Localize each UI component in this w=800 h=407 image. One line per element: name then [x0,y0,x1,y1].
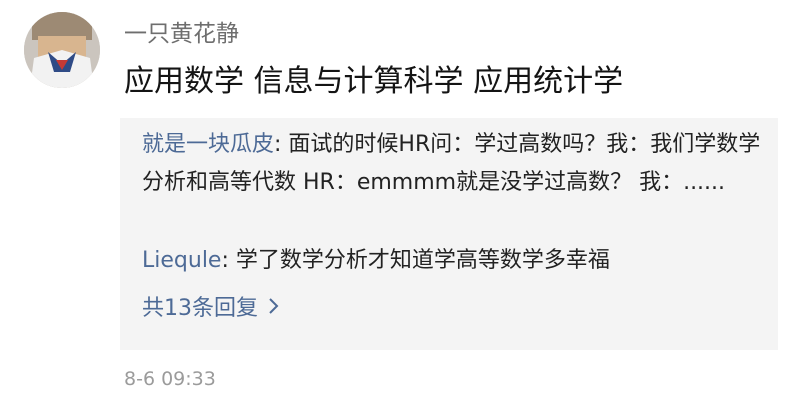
reply-box: 就是一块瓜皮: 面试的时候HR问：学过高数吗？我：我们学数学分析和高等代数 HR… [120,118,778,350]
reply-separator: : [274,132,289,157]
post-content: 应用数学 信息与计算科学 应用统计学 [124,64,624,99]
more-replies-link[interactable]: 共13条回复 [142,290,280,328]
more-replies-label: 共13条回复 [142,296,258,321]
reply-text: 学了数学分析才知道学高等数学多幸福 [235,248,610,273]
reply-separator: : [221,248,236,273]
username[interactable]: 一只黄花静 [124,14,239,48]
reply-author[interactable]: 就是一块瓜皮 [142,132,274,157]
avatar[interactable] [24,12,100,88]
avatar-image [24,12,100,88]
timestamp: 8-6 09:33 [124,368,216,390]
reply-item[interactable]: Liequle: 学了数学分析才知道学高等数学多幸福 [142,242,762,280]
chevron-right-icon [268,290,280,328]
reply-author[interactable]: Liequle [142,248,221,273]
reply-item[interactable]: 就是一块瓜皮: 面试的时候HR问：学过高数吗？我：我们学数学分析和高等代数 HR… [142,126,762,202]
